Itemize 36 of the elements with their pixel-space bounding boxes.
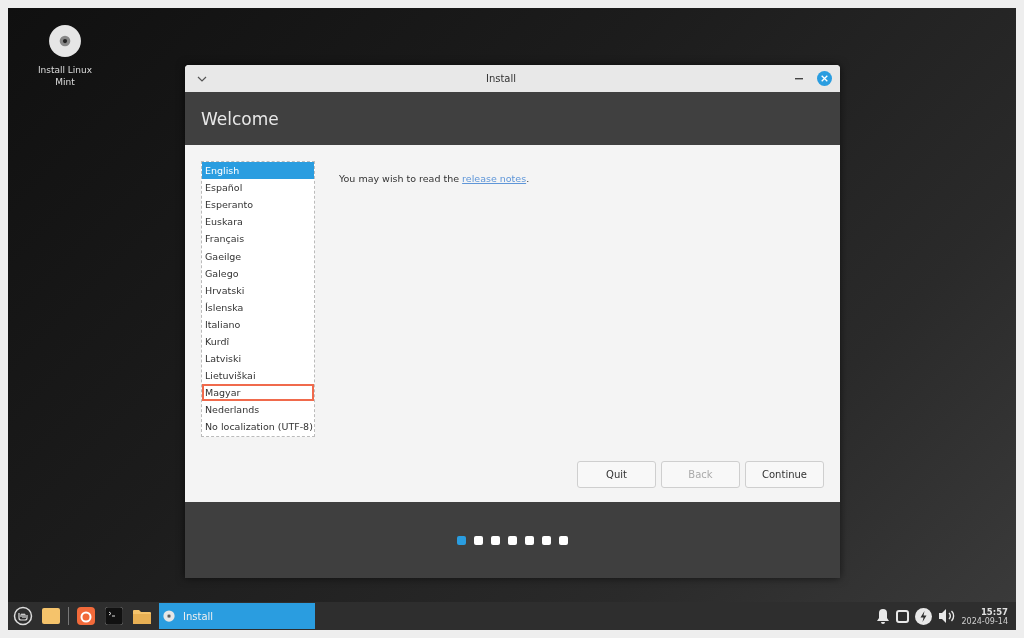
language-item[interactable]: Latviski	[202, 350, 314, 368]
disc-icon	[163, 610, 175, 622]
language-item[interactable]: Italiano	[202, 315, 314, 333]
window-title: Install	[484, 73, 518, 84]
intro-text: You may wish to read the release notes.	[339, 173, 530, 186]
clock-time[interactable]: 15:57	[980, 606, 1008, 617]
language-item[interactable]: Lietuviškai	[202, 367, 314, 385]
page-heading: Welcome	[201, 108, 279, 129]
language-item[interactable]: Français	[202, 230, 314, 248]
window-icon[interactable]	[895, 609, 909, 623]
terminal-icon[interactable]	[105, 607, 123, 625]
language-item[interactable]: Hrvatski	[202, 281, 314, 299]
language-item[interactable]: Esperanto	[202, 196, 314, 214]
volume-icon[interactable]	[937, 608, 956, 624]
minimize-icon[interactable]	[795, 77, 803, 80]
desktop-icon-label[interactable]: Install Linux Mint	[34, 64, 96, 88]
bell-icon[interactable]	[875, 608, 890, 624]
language-item[interactable]: Español	[202, 179, 314, 197]
language-item[interactable]: Galego	[202, 264, 314, 282]
clock-date[interactable]: 2024-09-14	[961, 616, 1008, 626]
dialog-button[interactable]: Quit	[577, 461, 656, 488]
language-item[interactable]: Nederlands	[202, 401, 314, 419]
close-icon[interactable]	[817, 71, 832, 86]
language-item[interactable]: Íslenska	[202, 298, 314, 316]
dialog-button[interactable]: Continue	[745, 461, 824, 488]
chevron-down-icon[interactable]	[197, 75, 207, 82]
menu-logo-icon[interactable]	[13, 606, 33, 626]
lightning-icon[interactable]	[914, 607, 932, 625]
language-item[interactable]: No localization (UTF-8)	[202, 418, 314, 436]
language-item[interactable]: Magyar	[202, 384, 314, 402]
language-item[interactable]: Euskara	[202, 213, 314, 231]
language-item[interactable]: Gaeilge	[202, 247, 314, 265]
disc-icon	[48, 24, 82, 58]
browser-icon[interactable]	[77, 607, 95, 625]
language-item[interactable]: Kurdî	[202, 332, 314, 351]
folder-icon[interactable]	[133, 608, 151, 624]
